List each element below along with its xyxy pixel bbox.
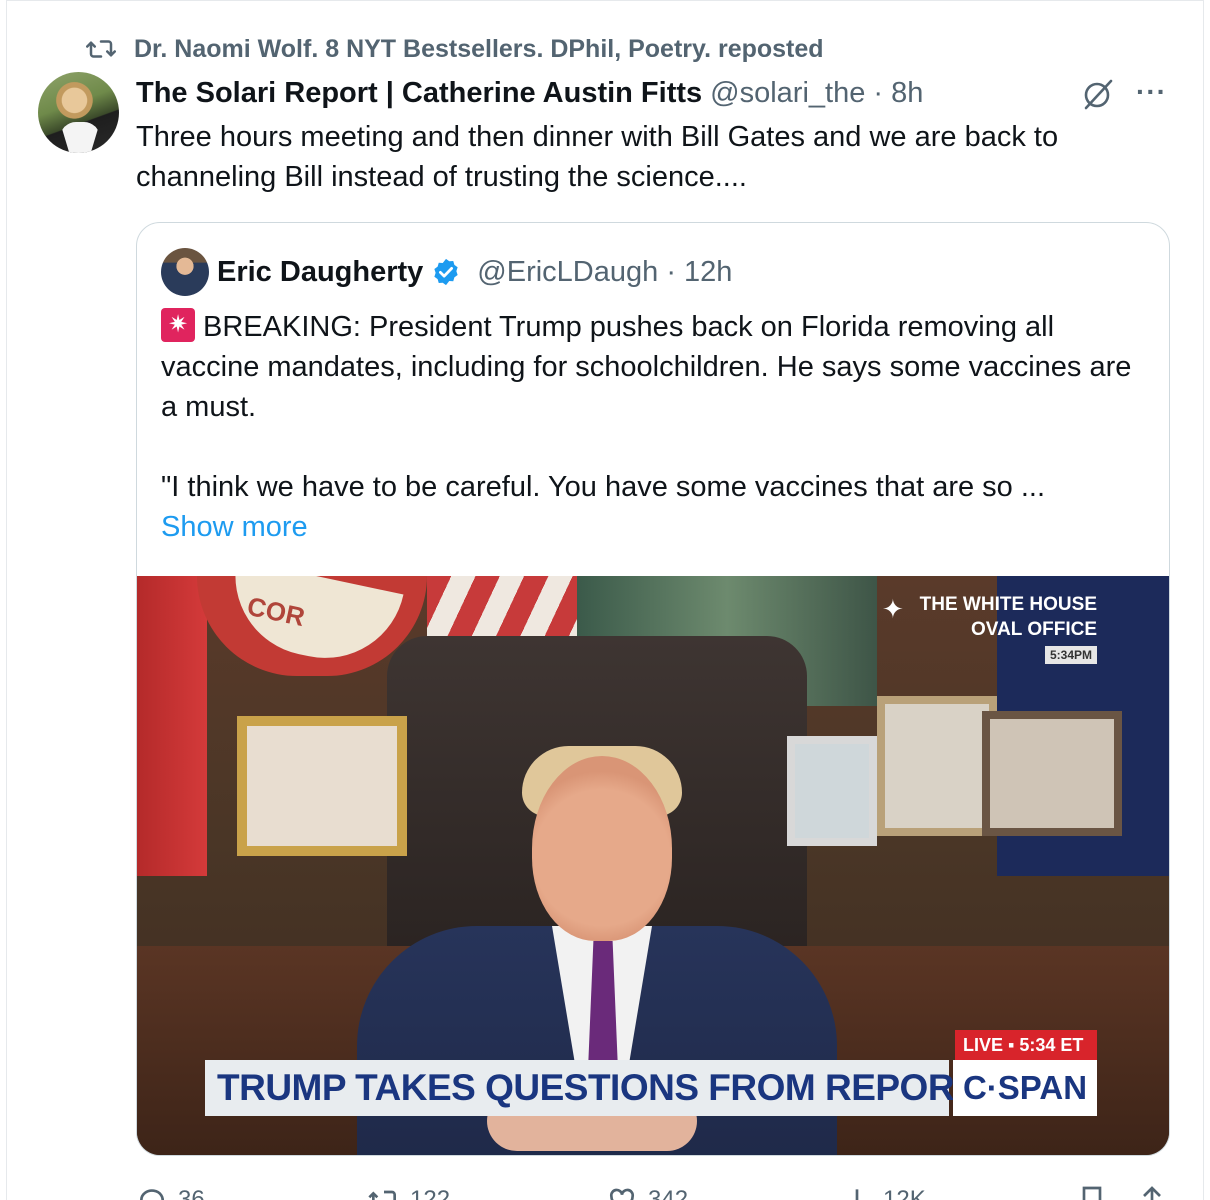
badge-time: 5:34PM (1044, 646, 1097, 664)
reply-count: 36 (178, 1186, 205, 1200)
author-avatar[interactable] (38, 72, 119, 153)
tweet-header: The Solari Report | Catherine Austin Fit… (136, 74, 1160, 112)
badge-line2: OVAL OFFICE (971, 619, 1097, 640)
repost-icon (368, 1190, 396, 1200)
like-count: 342 (648, 1186, 689, 1200)
photo-frame (982, 711, 1122, 836)
repost-button[interactable]: 122 (368, 1184, 450, 1200)
quoted-text-line1: BREAKING: President Trump pushes back on… (161, 311, 1140, 423)
reply-button[interactable]: 36 (136, 1184, 205, 1200)
siren-icon (161, 308, 195, 342)
like-button[interactable]: 342 (606, 1184, 688, 1200)
author-handle-time[interactable]: @solari_the · 8h (710, 77, 923, 110)
verified-badge-icon (434, 258, 458, 286)
views-count: 12K (883, 1186, 926, 1200)
views-button[interactable]: 12K (841, 1184, 926, 1200)
flag-decor (137, 576, 207, 876)
show-more-link[interactable]: Show more (161, 507, 1151, 547)
reply-icon (139, 1189, 164, 1200)
star-icon: ✦ (882, 594, 904, 624)
repost-context[interactable]: Dr. Naomi Wolf. 8 NYT Bestsellers. DPhil… (86, 34, 824, 64)
location-badge: ✦ THE WHITE HOUSE OVAL OFFICE 5:34PM (882, 586, 1097, 676)
photo-frame (877, 696, 997, 836)
quoted-text-line2: "I think we have to be careful. You have… (161, 471, 1046, 503)
quoted-author-name[interactable]: Eric Daugherty (217, 256, 423, 289)
share-icon (1143, 1186, 1161, 1200)
share-button[interactable] (1136, 1184, 1168, 1200)
action-bar: 36 122 342 12K (136, 1180, 1176, 1200)
quoted-handle-time[interactable]: @EricLDaugh · 12h (477, 256, 732, 289)
network-logo: C·SPAN (953, 1060, 1097, 1116)
quoted-tweet[interactable]: Eric Daugherty @EricLDaugh · 12h BREAKIN… (136, 222, 1170, 1156)
bookmark-button[interactable] (1076, 1184, 1108, 1200)
views-icon (846, 1189, 859, 1200)
badge-line1: THE WHITE HOUSE (919, 594, 1097, 615)
repost-text: Dr. Naomi Wolf. 8 NYT Bestsellers. DPhil… (134, 34, 824, 63)
more-options-icon[interactable]: ··· (1136, 78, 1172, 108)
repost-icon (86, 40, 116, 58)
quoted-text: BREAKING: President Trump pushes back on… (161, 307, 1151, 547)
author-name[interactable]: The Solari Report | Catherine Austin Fit… (136, 77, 702, 110)
chyron-text: TRUMP TAKES QUESTIONS FROM REPORTERS (205, 1060, 1051, 1116)
quoted-header: Eric Daugherty @EricLDaugh · 12h (161, 247, 732, 297)
live-tag: LIVE ▪ 5:34 ET (955, 1030, 1097, 1060)
video-player[interactable]: COR ✦ THE WHITE HOUSE OVAL OFFICE 5:34PM… (137, 576, 1169, 1155)
bookmark-icon (1082, 1186, 1102, 1200)
tweet-text: Three hours meeting and then dinner with… (136, 121, 1059, 193)
repost-count: 122 (410, 1186, 451, 1200)
heart-icon (609, 1188, 635, 1200)
grok-icon[interactable] (1080, 76, 1116, 112)
quoted-avatar[interactable] (161, 248, 209, 296)
